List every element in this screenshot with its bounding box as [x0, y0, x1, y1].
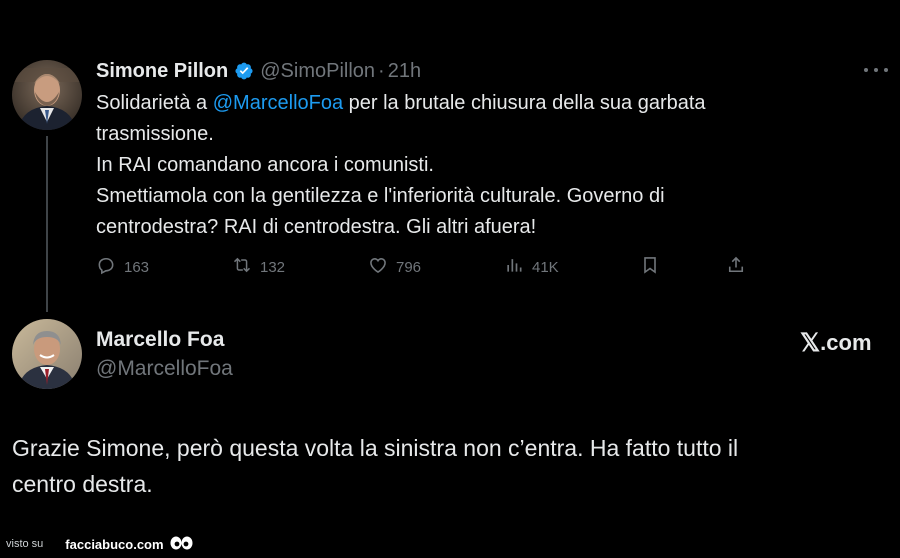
- eyes-logo-icon: [170, 535, 194, 553]
- watermark-site: facciabuco.com: [65, 536, 164, 552]
- reply-icon: [96, 255, 116, 279]
- mention-link[interactable]: @MarcelloFoa: [213, 92, 343, 114]
- avatar-simone-pillon[interactable]: [12, 60, 82, 130]
- tweet-text-line: In RAI comandano ancora i comunisti.: [96, 154, 434, 176]
- x-com-domain: .com: [820, 330, 872, 355]
- reply-text: Grazie Simone, però questa volta la sini…: [12, 430, 872, 502]
- tweet-timestamp[interactable]: 21h: [388, 60, 421, 83]
- like-icon: [368, 255, 388, 279]
- watermark: visto su facciabuco.com: [6, 534, 194, 554]
- tweet-text-line: trasmissione.: [96, 123, 214, 145]
- like-button[interactable]: 796: [368, 254, 421, 280]
- repost-icon: [232, 255, 252, 279]
- tweet-text: Solidarietà a @MarcelloFoa per la brutal…: [96, 88, 856, 243]
- reply-author-display-name[interactable]: Marcello Foa: [96, 328, 224, 352]
- top-strip: [0, 0, 900, 38]
- author-handle[interactable]: @SimoPillon: [260, 60, 375, 83]
- tweet-text-line: Solidarietà a @MarcelloFoa per la brutal…: [96, 92, 706, 114]
- x-logo-icon: 𝕏: [800, 329, 821, 357]
- views-icon: [504, 255, 524, 279]
- author-display-name[interactable]: Simone Pillon: [96, 60, 228, 83]
- share-button[interactable]: [726, 254, 746, 280]
- view-count: 41K: [532, 258, 559, 276]
- verified-badge-icon: [234, 61, 254, 81]
- tweet-text-line: Smettiamola con la gentilezza e l'inferi…: [96, 185, 665, 207]
- bookmark-icon: [640, 255, 660, 279]
- watermark-prefix: visto su: [6, 538, 44, 550]
- bookmark-button[interactable]: [640, 254, 660, 280]
- tweet-header: Simone Pillon @SimoPillon · 21h: [96, 58, 421, 84]
- thread-line: [46, 136, 48, 312]
- avatar-marcello-foa[interactable]: [12, 319, 82, 389]
- x-com-logo: 𝕏 .com: [800, 328, 872, 358]
- reply-count: 163: [124, 258, 150, 276]
- tweet-text-line: centrodestra? RAI di centrodestra. Gli a…: [96, 216, 537, 238]
- separator-dot: ·: [378, 59, 385, 82]
- reply-author-handle[interactable]: @MarcelloFoa: [96, 357, 233, 381]
- repost-count: 132: [260, 258, 286, 276]
- views-button[interactable]: 41K: [504, 254, 559, 280]
- reply-button[interactable]: 163: [96, 254, 149, 280]
- reply-text-line: centro destra.: [12, 471, 153, 497]
- repost-button[interactable]: 132: [232, 254, 285, 280]
- like-count: 796: [396, 258, 422, 276]
- more-icon[interactable]: [864, 64, 888, 76]
- share-icon: [726, 255, 746, 279]
- tweet-actions: 163 132 796 41K: [96, 254, 756, 280]
- reply-text-line: Grazie Simone, però questa volta la sini…: [12, 435, 739, 461]
